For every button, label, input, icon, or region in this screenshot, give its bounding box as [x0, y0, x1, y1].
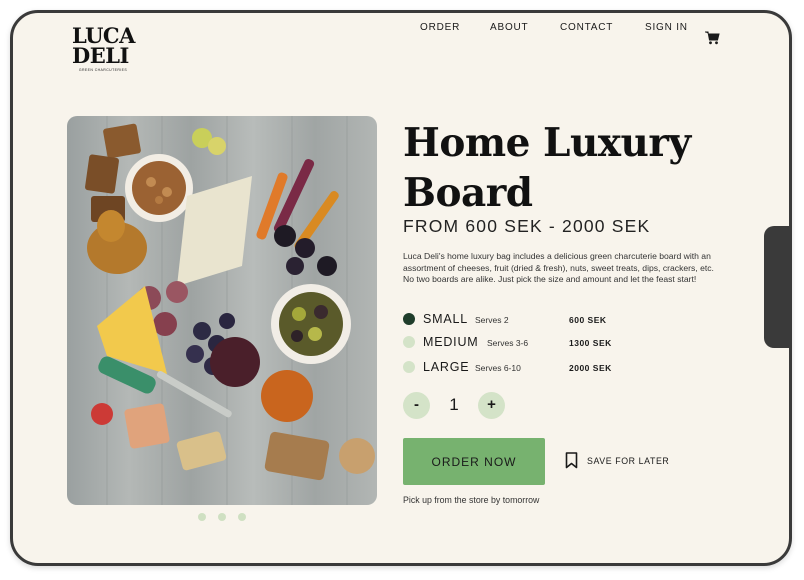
nav-about[interactable]: ABOUT: [490, 22, 528, 33]
size-name: MEDIUM: [423, 335, 479, 349]
device-side-button: [764, 226, 790, 348]
carousel-dot-3[interactable]: [238, 513, 246, 521]
size-serves: Serves 2: [475, 315, 509, 325]
size-serves: Serves 6-10: [475, 363, 521, 373]
product-title: Home Luxury Board: [403, 120, 691, 216]
product-image: [67, 116, 377, 505]
bookmark-icon: [565, 452, 578, 469]
size-serves: Serves 3-6: [487, 338, 529, 348]
size-radio-small[interactable]: [403, 313, 415, 325]
logo-line-2: DELI: [72, 43, 129, 68]
nav-sign-in[interactable]: SIGN IN: [645, 22, 688, 33]
quantity-decrease-button[interactable]: -: [403, 392, 430, 419]
carousel-dot-2[interactable]: [218, 513, 226, 521]
size-price: 600 SEK: [569, 315, 607, 325]
save-for-later-label: SAVE FOR LATER: [587, 456, 670, 466]
brand-logo[interactable]: LUCA DELI GREEN CHARCUTERIES: [72, 25, 142, 72]
size-name: SMALL: [423, 312, 468, 326]
cart-icon[interactable]: [705, 31, 721, 45]
size-name: LARGE: [423, 360, 470, 374]
size-radio-medium[interactable]: [403, 336, 415, 348]
size-radio-large[interactable]: [403, 361, 415, 373]
quantity-increase-button[interactable]: +: [478, 392, 505, 419]
product-description: Luca Deli's home luxury bag includes a d…: [403, 251, 714, 285]
size-price: 1300 SEK: [569, 338, 612, 348]
carousel-dot-1[interactable]: [198, 513, 206, 521]
pickup-note: Pick up from the store by tomorrow: [403, 495, 540, 505]
logo-tagline: GREEN CHARCUTERIES: [78, 68, 128, 72]
product-price-range: FROM 600 SEK - 2000 SEK: [403, 216, 651, 236]
order-now-button[interactable]: ORDER NOW: [403, 438, 545, 485]
quantity-value: 1: [449, 395, 459, 414]
size-price: 2000 SEK: [569, 363, 612, 373]
nav-contact[interactable]: CONTACT: [560, 22, 613, 33]
nav-order[interactable]: ORDER: [420, 22, 460, 33]
